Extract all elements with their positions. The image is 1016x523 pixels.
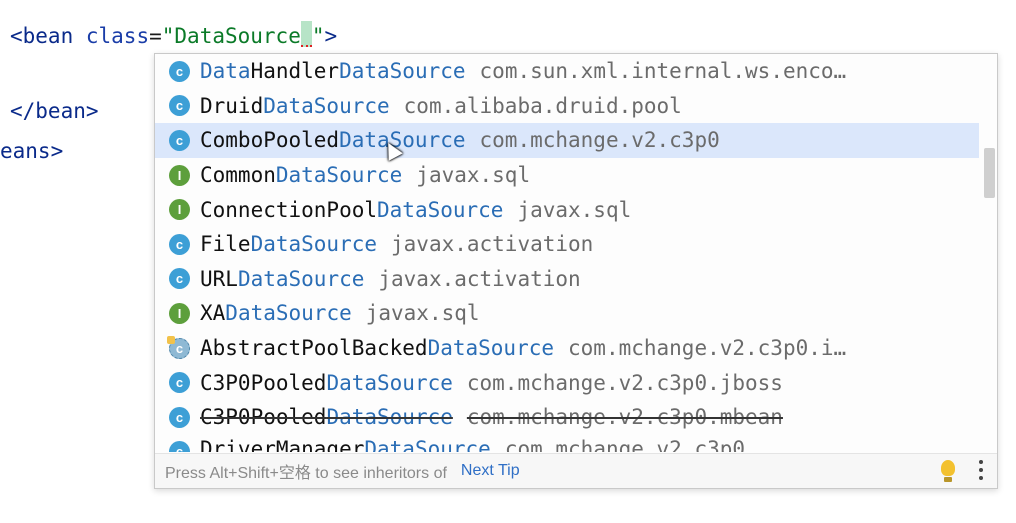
completion-match-text: DataSource (237, 266, 365, 291)
completion-name-text: ComboPooled (200, 128, 340, 153)
class-icon: c (169, 233, 190, 255)
completion-label: C3P0PooledDataSource com.mchange.v2.c3p0.… (200, 371, 783, 395)
completion-list: c DataHandlerDataSource com.sun.xml.intern… (155, 54, 979, 452)
more-options-icon[interactable] (979, 460, 983, 480)
completion-label: CommonDataSource javax.sql (200, 163, 530, 187)
completion-item[interactable]: c DriverManagerDataSource com.mchange.v2.c… (155, 435, 979, 452)
completion-label: FileDataSource javax.activation (200, 232, 593, 256)
completion-package: com.sun.xml.internal.ws.enco… (479, 59, 847, 84)
completion-label: AbstractPoolBackedDataSource com.mchange.… (200, 336, 846, 360)
completion-match-text: DataSource (377, 197, 504, 222)
completion-item[interactable]: c AbstractPoolBackedDataSource com.mchange… (155, 331, 979, 366)
class-icon: c (169, 60, 190, 82)
completion-package: javax.activation (391, 232, 594, 257)
completion-label: DriverManagerDataSource com.mchange.v2.c3… (200, 437, 745, 452)
code-line-beans-close[interactable]: eans> (0, 139, 63, 163)
completion-name-text: C3P0Pooled (200, 370, 327, 395)
completion-item[interactable]: c DruidDataSource com.alibaba.druid.pool (155, 89, 979, 124)
completion-match-text: DataSource (339, 59, 466, 84)
completion-package: com.mchange.v2.c3p0.i… (568, 336, 847, 361)
completion-package: com.alibaba.druid.pool (403, 93, 682, 118)
quote-open: " (161, 24, 175, 48)
text-caret (300, 21, 312, 47)
completion-label: ConnectionPoolDataSource javax.sql (200, 198, 631, 222)
completion-name-text: DriverManager (200, 436, 365, 452)
completion-label: ComboPooledDataSource com.mchange.v2.c3p0 (200, 128, 720, 152)
completion-name-text: Handler (250, 59, 340, 84)
completion-package: com.mchange.v2.c3p0.mbean (466, 405, 783, 430)
completion-match-text: DataSource (326, 370, 453, 395)
completion-item[interactable]: c ComboPooledDataSource com.mchange.v2.c3p… (155, 123, 979, 158)
popup-scrollbar[interactable] (984, 148, 995, 198)
class-icon: c (169, 372, 190, 394)
completion-label: URLDataSource javax.activation (200, 267, 581, 291)
equals-sign: = (149, 24, 162, 48)
abstract-class-icon: c (167, 335, 190, 359)
quote-close: " (311, 24, 325, 48)
completion-item[interactable]: c DataHandlerDataSource com.sun.xml.intern… (155, 54, 979, 89)
completion-item[interactable]: c C3P0PooledDataSource com.mchange.v2.c3p0… (155, 400, 979, 435)
attr-class: class (85, 24, 150, 48)
completion-name-text: C3P0Pooled (200, 405, 327, 430)
footer-hint: Press Alt+Shift+空格 to see inheritors of (165, 465, 447, 482)
completion-label: XADataSource javax.sql (200, 301, 480, 325)
completion-popup: c DataHandlerDataSource com.sun.xml.intern… (154, 53, 998, 489)
completion-name-text: ConnectionPool (200, 197, 378, 222)
completion-item[interactable]: I CommonDataSource javax.sql (155, 158, 979, 193)
completion-match-text: DataSource (326, 405, 453, 430)
completion-item[interactable]: I ConnectionPoolDataSource javax.sql (155, 192, 979, 227)
completion-item[interactable]: c FileDataSource javax.activation (155, 227, 979, 262)
completion-match-text: DataSource (250, 232, 378, 257)
completion-match-text: DataSource (364, 436, 491, 452)
class-icon: c (169, 95, 190, 117)
lightbulb-icon[interactable] (941, 460, 955, 482)
lock-badge-icon (167, 335, 175, 344)
tag-close: > (324, 24, 338, 48)
tag-open: <bean (10, 24, 74, 48)
interface-icon: I (169, 302, 190, 324)
completion-name-text: File (200, 232, 251, 257)
completion-name-text: XA (200, 301, 226, 326)
completion-item[interactable]: I XADataSource javax.sql (155, 296, 979, 331)
class-icon: c (169, 129, 190, 151)
completion-match-text: DataSource (225, 301, 352, 326)
completion-package: javax.sql (416, 163, 531, 188)
class-icon: c (169, 440, 190, 452)
completion-item[interactable]: c C3P0PooledDataSource com.mchange.v2.c3p0… (155, 365, 979, 400)
class-icon: c (169, 268, 190, 290)
completion-match-text: DataSource (275, 163, 403, 188)
completion-package: javax.activation (378, 266, 581, 291)
completion-package: com.mchange.v2.c3p0.jboss (466, 370, 783, 395)
interface-icon: I (169, 199, 190, 221)
completion-match-text: DataSource (263, 93, 390, 118)
completion-match-text: DataSource (427, 336, 555, 361)
completion-label: DruidDataSource com.alibaba.druid.pool (200, 94, 682, 118)
interface-icon: I (169, 164, 190, 186)
completion-name-text: URL (200, 266, 238, 291)
completion-item[interactable]: c URLDataSource javax.activation (155, 262, 979, 297)
code-line-bean-close[interactable]: </bean> (10, 99, 99, 123)
class-value: DataSource (174, 24, 301, 48)
class-icon: c (169, 406, 190, 428)
completion-label: C3P0PooledDataSource com.mchange.v2.c3p0.… (200, 405, 783, 429)
completion-package: javax.sql (517, 197, 632, 222)
completion-package: com.mchange.v2.c3p0 (479, 128, 720, 153)
completion-label: DataHandlerDataSource com.sun.xml.interna… (200, 59, 846, 83)
completion-package: com.mchange.v2.c3p0 (504, 436, 746, 452)
code-line-bean-open[interactable]: <bean class="DataSource "> (10, 21, 337, 48)
next-tip-link[interactable]: Next Tip (461, 462, 520, 480)
completion-name-text: AbstractPoolBacked (200, 336, 428, 361)
completion-name-text: Common (200, 163, 276, 188)
completion-package: javax.sql (365, 301, 480, 326)
completion-match-text: DataSource (339, 128, 466, 153)
completion-match-text: Data (200, 59, 251, 84)
popup-footer: Press Alt+Shift+空格 to see inheritors of … (155, 453, 997, 488)
completion-name-text: Druid (200, 93, 264, 118)
